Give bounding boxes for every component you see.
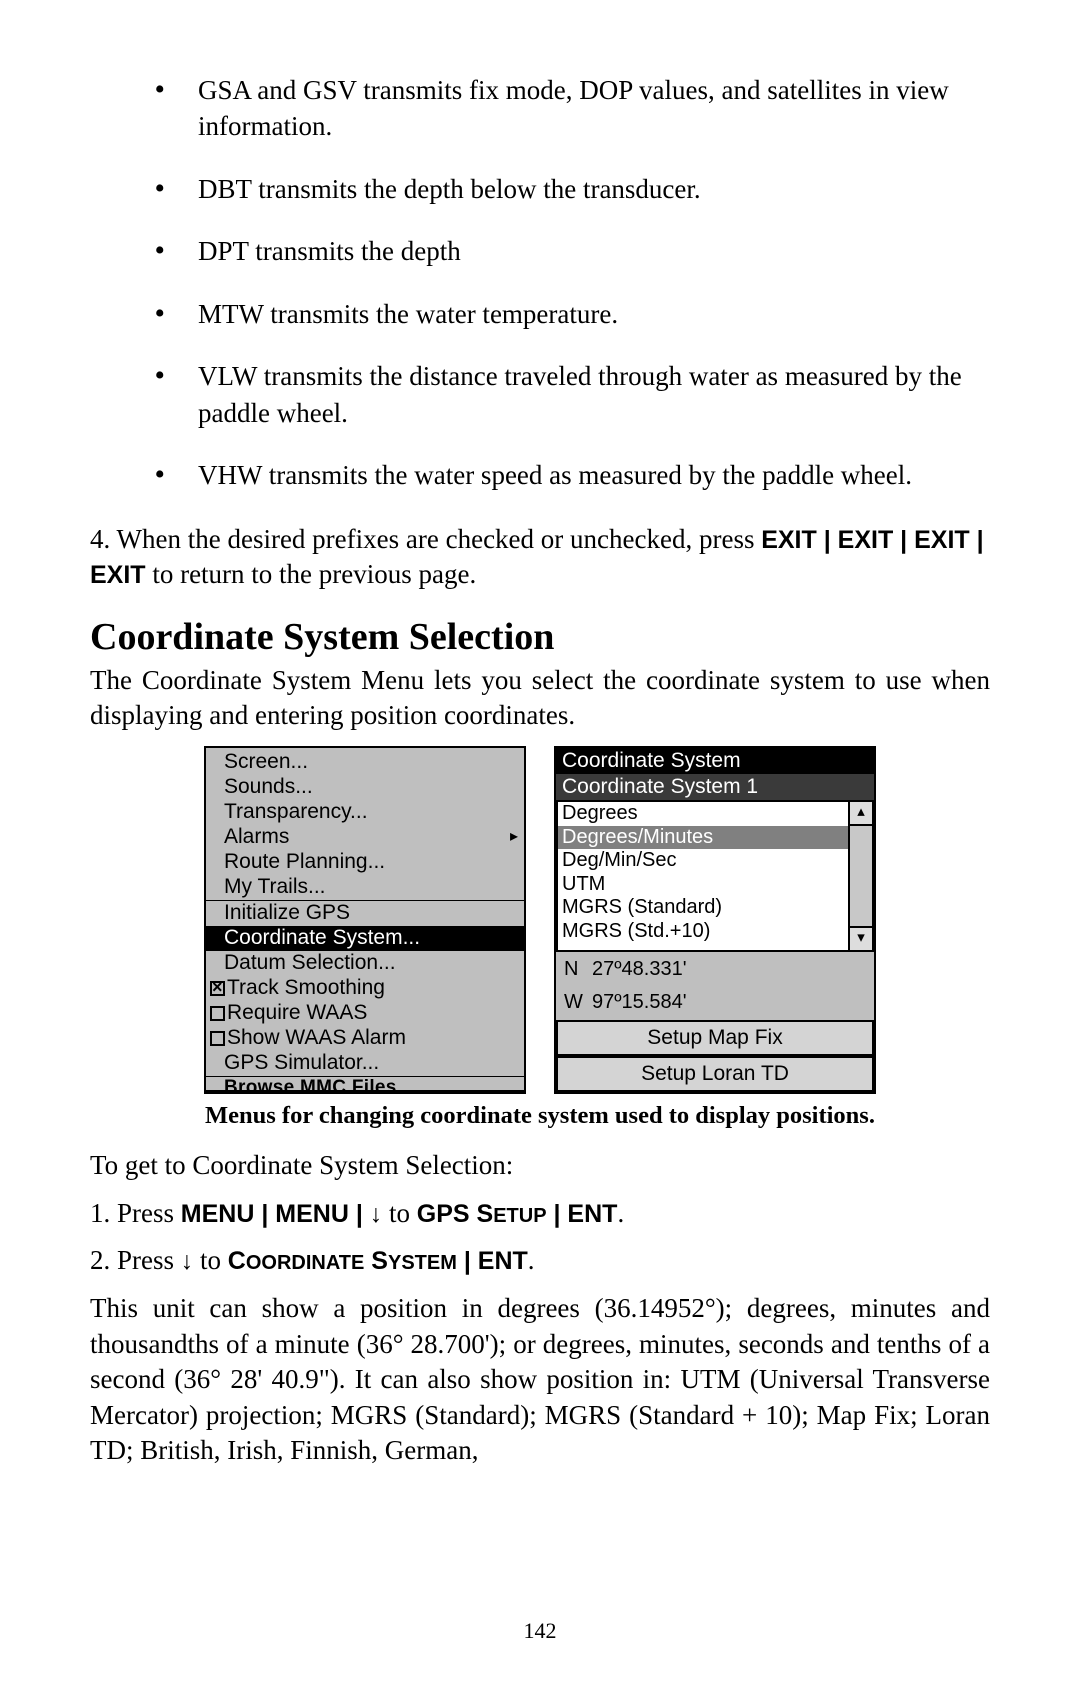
opt-mgrs-std10[interactable]: MGRS (Std.+10)	[558, 920, 848, 944]
menu-label: Alarms	[224, 825, 289, 850]
bullet-item: MTW transmits the water temperature.	[180, 294, 990, 332]
map-preview: Colombia 4000mi	[206, 1090, 524, 1092]
t: C	[228, 1247, 246, 1275]
coord-val: 97º15.584'	[592, 991, 687, 1013]
bullet-list: GSA and GSV transmits fix mode, DOP valu…	[90, 70, 990, 494]
opt-mgrs-standard[interactable]: MGRS (Standard)	[558, 896, 848, 920]
opt-degrees-minutes[interactable]: Degrees/Minutes	[558, 826, 848, 850]
down-arrow-icon: ↓	[370, 1200, 383, 1228]
section-intro: The Coordinate System Menu lets you sele…	[90, 663, 990, 734]
setup-map-fix-button[interactable]: Setup Map Fix	[556, 1020, 874, 1056]
step4-b: to return to the previous page.	[146, 559, 477, 589]
step2: 2. Press ↓ to COORDINATE SYSTEM | ENT.	[90, 1243, 990, 1279]
t: to	[193, 1245, 228, 1275]
figure-row: Screen... Sounds... Transparency... Alar…	[90, 746, 990, 1094]
menu-item-gps-simulator[interactable]: GPS Simulator...	[206, 1051, 524, 1076]
bullet-item: VLW transmits the distance traveled thro…	[180, 356, 990, 431]
menu-label: Route Planning...	[224, 850, 385, 875]
t: .	[528, 1245, 535, 1275]
coordinate-readout: N27º48.331' W97º15.584'	[556, 952, 874, 1020]
coord-north: N27º48.331'	[564, 956, 866, 983]
coord-formats-paragraph: This unit can show a position in degrees…	[90, 1291, 990, 1469]
t: 2. Press	[90, 1245, 181, 1275]
coord-west: W97º15.584'	[564, 989, 866, 1016]
menu-item-sounds[interactable]: Sounds...	[206, 775, 524, 800]
opt-utm[interactable]: UTM	[558, 873, 848, 897]
step4-a: 4. When the desired prefixes are checked…	[90, 524, 761, 554]
opt-deg-min-sec[interactable]: Deg/Min/Sec	[558, 849, 848, 873]
menu-label: My Trails...	[224, 875, 326, 900]
menu-item-alarms[interactable]: Alarms ▸	[206, 825, 524, 850]
menu-item-show-waas-alarm[interactable]: Show WAAS Alarm	[206, 1026, 524, 1051]
dialog-title: Coordinate System	[556, 748, 874, 774]
scroll-up-icon[interactable]: ▴	[850, 802, 872, 826]
setup-loran-td-button[interactable]: Setup Loran TD	[556, 1056, 874, 1092]
t: 1. Press	[90, 1198, 181, 1228]
menu-label: Transparency...	[224, 800, 368, 825]
menu-label: GPS Simulator...	[224, 1051, 379, 1076]
t: ETUP	[493, 1205, 546, 1227]
coord-dir: W	[564, 989, 592, 1016]
menu-item-browse-mmc[interactable]: Browse MMC Files...	[206, 1076, 524, 1090]
menu-item-initialize-gps[interactable]: Initialize GPS	[206, 901, 524, 926]
checkbox-icon[interactable]	[210, 1006, 225, 1021]
t: MENU | MENU |	[181, 1200, 370, 1228]
bullet-item: VHW transmits the water speed as measure…	[180, 455, 990, 493]
bullet-item: GSA and GSV transmits fix mode, DOP valu…	[180, 70, 990, 145]
menu-item-track-smoothing[interactable]: Track Smoothing	[206, 976, 524, 1001]
coord-val: 27º48.331'	[592, 958, 687, 980]
submenu-arrow-icon: ▸	[510, 828, 518, 847]
menu-label: Sounds...	[224, 775, 313, 800]
step1: 1. Press MENU | MENU | ↓ to GPS SETUP | …	[90, 1196, 990, 1232]
t: YSTEM	[388, 1252, 457, 1274]
scrollbar[interactable]: ▴ ▾	[848, 802, 872, 950]
scroll-down-icon[interactable]: ▾	[850, 926, 872, 950]
menu-item-coordinate-system[interactable]: Coordinate System...	[206, 926, 524, 951]
t: OORDINATE	[246, 1252, 365, 1274]
t: | ENT	[457, 1247, 528, 1275]
t: .	[617, 1198, 624, 1228]
menu-item-my-trails[interactable]: My Trails...	[206, 875, 524, 900]
t: S	[364, 1247, 388, 1275]
coord-intro: To get to Coordinate System Selection:	[90, 1148, 990, 1184]
section-heading: Coordinate System Selection	[90, 615, 990, 659]
menu-label: Require WAAS	[227, 1001, 367, 1026]
figure-caption: Menus for changing coordinate system use…	[90, 1102, 990, 1130]
menu-item-require-waas[interactable]: Require WAAS	[206, 1001, 524, 1026]
menu-item-screen[interactable]: Screen...	[206, 750, 524, 775]
menu-item-route-planning[interactable]: Route Planning...	[206, 850, 524, 875]
bullet-item: DPT transmits the depth	[180, 231, 990, 269]
coord-options-listbox[interactable]: Degrees Degrees/Minutes Deg/Min/Sec UTM …	[556, 800, 874, 952]
menu-item-datum-selection[interactable]: Datum Selection...	[206, 951, 524, 976]
checkbox-icon[interactable]	[210, 981, 225, 996]
down-arrow-icon: ↓	[181, 1247, 194, 1275]
dialog-subtitle: Coordinate System 1	[556, 774, 874, 800]
coordinate-system-dialog: Coordinate System Coordinate System 1 De…	[554, 746, 876, 1094]
checkbox-icon[interactable]	[210, 1031, 225, 1046]
menu-label: Track Smoothing	[227, 976, 385, 1001]
menu-label: Screen...	[224, 750, 308, 775]
step4-text: 4. When the desired prefixes are checked…	[90, 522, 990, 593]
menu-item-transparency[interactable]: Transparency...	[206, 800, 524, 825]
coord-dir: N	[564, 956, 592, 983]
menu-label: Show WAAS Alarm	[227, 1026, 406, 1051]
page-number: 142	[0, 1618, 1080, 1644]
bullet-item: DBT transmits the depth below the transd…	[180, 169, 990, 207]
gps-setup-menu: Screen... Sounds... Transparency... Alar…	[204, 746, 526, 1094]
menu-label: Coordinate System...	[224, 926, 420, 951]
t: GPS S	[417, 1200, 493, 1228]
t: to	[382, 1198, 417, 1228]
opt-degrees[interactable]: Degrees	[558, 802, 848, 826]
t: | ENT	[547, 1200, 618, 1228]
menu-label: Initialize GPS	[224, 901, 350, 926]
menu-label: Datum Selection...	[224, 951, 396, 976]
